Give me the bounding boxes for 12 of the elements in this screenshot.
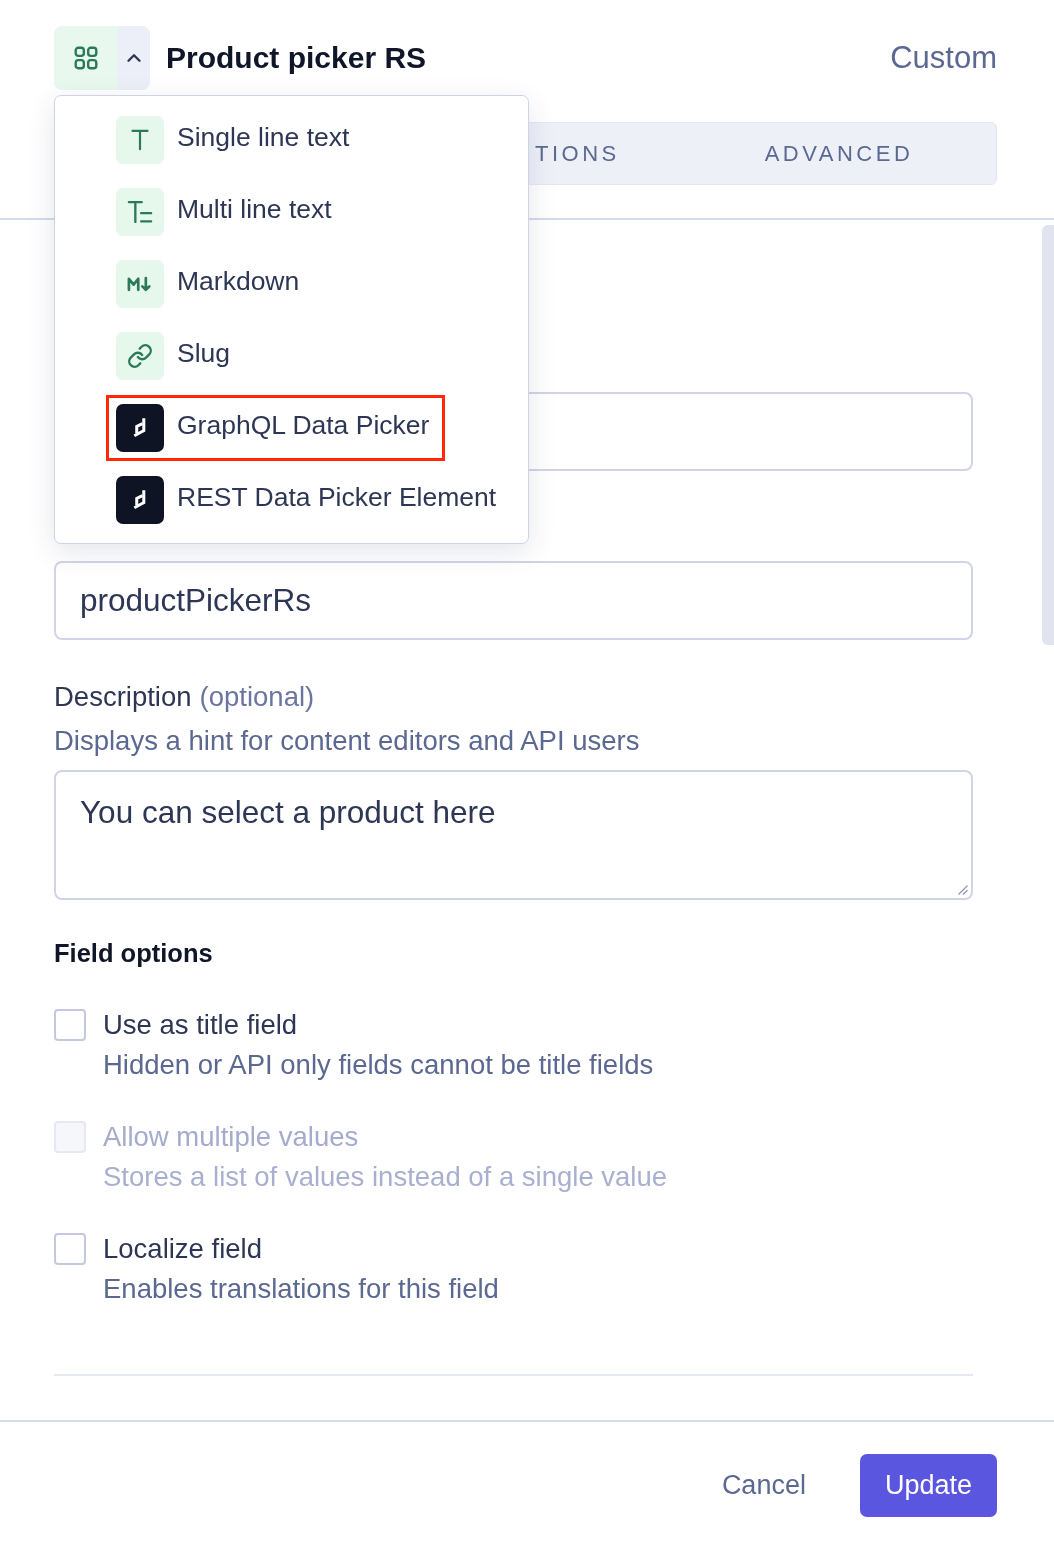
option-label: Use as title field [103, 1009, 298, 1041]
optional-note: (optional) [199, 682, 315, 712]
field-title: Product picker RS [166, 41, 427, 75]
field-hint: Displays a hint for content editors and API users [54, 726, 641, 756]
option-hint: Stores a list of values instead of a single value [103, 1162, 668, 1192]
field-type-label: Custom [890, 40, 997, 76]
field-label: Description [54, 682, 192, 712]
section-title: Field options [54, 938, 214, 968]
option-hint: Enables translations for this field [103, 1274, 499, 1304]
option-label: Allow multiple values [103, 1121, 359, 1153]
option-hint: Hidden or API only fields cannot be title fields [103, 1050, 654, 1080]
option-label: Localize field [103, 1233, 262, 1265]
